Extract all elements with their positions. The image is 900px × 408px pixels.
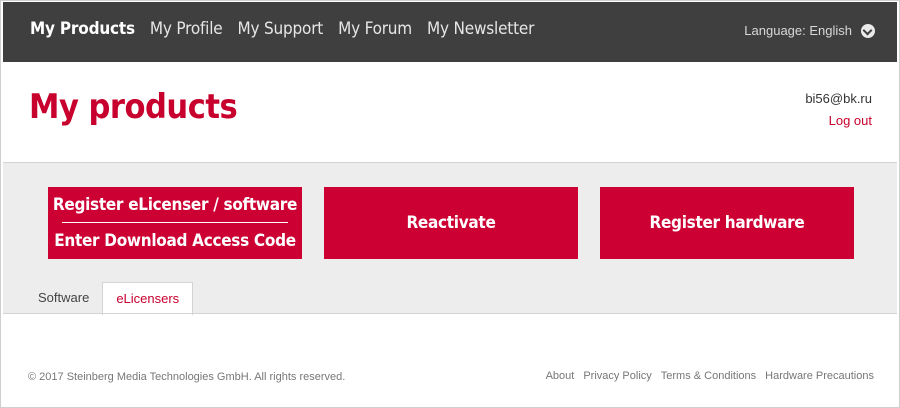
language-label: Language: English [744,23,852,38]
nav-item-my-forum[interactable]: My Forum [338,19,412,39]
page-frame: My Products My Profile My Support My For… [0,0,900,408]
logout-link[interactable]: Log out [829,113,872,128]
content-divider [3,313,897,314]
nav-item-my-products[interactable]: My Products [30,19,135,39]
footer-links: About Privacy Policy Terms & Conditions … [537,370,874,382]
footer-link-privacy-policy[interactable]: Privacy Policy [583,370,651,382]
nav-item-my-newsletter[interactable]: My Newsletter [427,19,534,39]
footer-link-hardware-precautions[interactable]: Hardware Precautions [765,370,874,382]
main-nav: My Products My Profile My Support My For… [30,19,549,39]
product-tabs: Software eLicensers [25,282,194,315]
tab-software[interactable]: Software [25,282,102,314]
page-title: My products [29,87,238,127]
register-hardware-button[interactable]: Register hardware [600,187,854,259]
nav-item-my-support[interactable]: My Support [238,19,324,39]
language-selector[interactable]: Language: English [744,23,875,38]
reactivate-button[interactable]: Reactivate [324,187,578,259]
register-elicenser-button-group: Register eLicenser / software Enter Down… [48,187,302,259]
user-email: bi56@bk.ru [805,91,872,106]
footer-link-about[interactable]: About [546,370,575,382]
enter-download-code-button[interactable]: Enter Download Access Code [48,223,302,259]
footer-link-terms-conditions[interactable]: Terms & Conditions [661,370,756,382]
nav-item-my-profile[interactable]: My Profile [150,19,223,39]
copyright-text: © 2017 Steinberg Media Technologies GmbH… [28,371,346,383]
tab-elicensers[interactable]: eLicensers [102,282,194,315]
chevron-down-circle-icon[interactable] [861,23,875,38]
actions-band: Register eLicenser / software Enter Down… [3,162,897,315]
top-navigation-bar: My Products My Profile My Support My For… [3,2,897,62]
page-header: My products bi56@bk.ru Log out [3,62,897,162]
register-elicenser-button[interactable]: Register eLicenser / software [48,187,302,223]
